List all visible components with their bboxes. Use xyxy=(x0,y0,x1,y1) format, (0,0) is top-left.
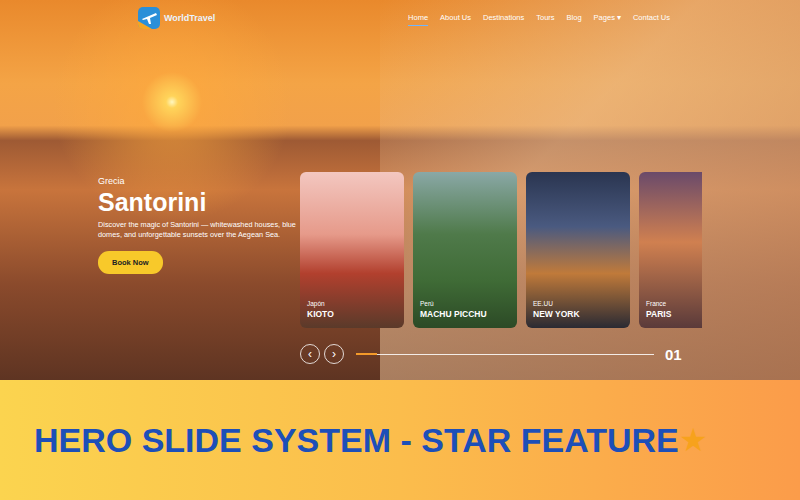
nav-item[interactable]: Destinations xyxy=(483,10,524,26)
card-city: MACHU PICCHU xyxy=(420,309,490,319)
logo-text: WorldTravel xyxy=(164,13,215,23)
top-bar: WorldTravel Home About Us Destinations Tours… xyxy=(0,0,800,36)
nav-item[interactable]: Blog xyxy=(567,10,582,26)
banner-title: HERO SLIDE SYSTEM - STAR FEATURE xyxy=(34,421,679,460)
nav-label: Blog xyxy=(567,13,582,22)
main-nav: Home About Us Destinations Tours Blog Pages▾ C… xyxy=(408,10,670,26)
star-icon: ★ xyxy=(679,421,708,459)
slide-text: GreciaSantoriniDiscover the magic of San… xyxy=(0,172,300,364)
plane-icon xyxy=(138,7,160,29)
nav-item[interactable]: Home xyxy=(408,10,428,26)
slide-country: Grecia xyxy=(98,176,280,186)
nav-label: Tours xyxy=(536,13,554,22)
nav-label: About Us xyxy=(440,13,471,22)
card-country: Perú xyxy=(420,300,510,307)
hero-content: Grecia Santorini Discover the magic of San… xyxy=(0,36,800,364)
next-button[interactable]: › xyxy=(324,344,344,364)
slide-counter: 01 xyxy=(665,346,682,363)
card-country: France xyxy=(646,300,702,307)
caret-icon: ▾ xyxy=(617,13,621,22)
slide-title: Santorini xyxy=(98,188,280,217)
nav-label: Pages xyxy=(594,13,615,22)
nav-item[interactable]: Tours xyxy=(536,10,554,26)
feature-banner: HERO SLIDE SYSTEM - STAR FEATURE★ xyxy=(0,380,800,500)
logo[interactable]: WorldTravel xyxy=(138,7,215,29)
prev-button[interactable]: ‹ xyxy=(300,344,320,364)
progress-track xyxy=(356,354,654,355)
card-city: NEW YORK xyxy=(533,309,603,319)
card-city: PARIS xyxy=(646,309,702,319)
card-country: EE.UU xyxy=(533,300,623,307)
nav-item[interactable]: Pages▾ xyxy=(594,10,621,26)
nav-label: Destinations xyxy=(483,13,524,22)
progress-fill xyxy=(356,353,377,355)
slide-description: Discover the magic of Santorini — whitew… xyxy=(98,220,318,241)
card-city: KIOTO xyxy=(307,309,377,319)
hero-slider: WorldTravel Home About Us Destinations Tours… xyxy=(0,0,800,380)
slider-panel: Japón KIOTO Perú MACHU PICCHU EE.UU NEW YORK F… xyxy=(300,172,702,364)
destination-card[interactable]: Perú MACHU PICCHU xyxy=(413,172,517,328)
nav-item[interactable]: Contact Us xyxy=(633,10,670,26)
destination-cards: Japón KIOTO Perú MACHU PICCHU EE.UU NEW YORK F… xyxy=(300,172,702,328)
nav-label: Home xyxy=(408,13,428,22)
destination-card[interactable]: EE.UU NEW YORK xyxy=(526,172,630,328)
destination-card[interactable]: France PARIS xyxy=(639,172,702,328)
card-country: Japón xyxy=(307,300,397,307)
destination-card[interactable]: Japón KIOTO xyxy=(300,172,404,328)
nav-item[interactable]: About Us xyxy=(440,10,471,26)
nav-label: Contact Us xyxy=(633,13,670,22)
book-now-button[interactable]: Book Now xyxy=(98,251,163,274)
slider-controls: ‹› 01 xyxy=(300,344,702,364)
